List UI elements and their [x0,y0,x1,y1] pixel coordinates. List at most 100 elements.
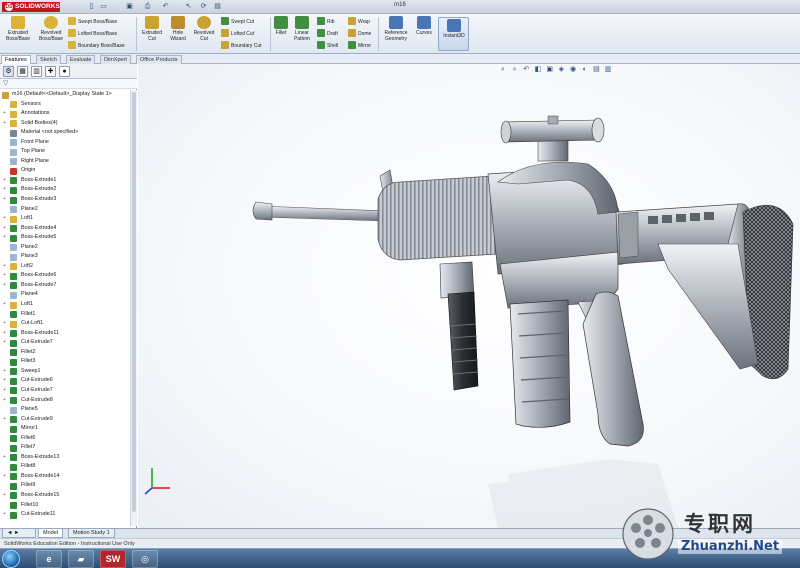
swept-cut-button[interactable]: Swept Cut [221,17,254,27]
print-icon[interactable]: ⎙ [142,2,153,12]
tree-filter[interactable]: ▽ [0,79,137,89]
expand-toggle-icon[interactable]: + [2,195,7,205]
tree-item[interactable]: + Boss-Extrude7 [0,281,130,291]
rebuild-icon[interactable]: ⟳ [198,2,209,12]
tab-evaluate[interactable]: Evaluate [66,55,96,64]
curves-button[interactable]: Curves [412,16,436,37]
select-icon[interactable]: ↖ [183,2,194,12]
tree-item[interactable]: + Cut-Extrude9 [0,415,130,425]
expand-toggle-icon[interactable]: + [2,415,7,425]
tree-item[interactable]: + Annotations [0,109,130,119]
revolved-boss-button[interactable]: Revolved Boss/Base [36,16,66,42]
tab-features[interactable]: Features [1,55,31,64]
tree-item[interactable]: + Cut-Loft1 [0,319,130,329]
rib-button[interactable]: Rib [317,17,335,27]
tree-item[interactable]: Sensors [0,100,130,110]
tab-office-products[interactable]: Office Products [136,55,182,64]
tree-root[interactable]: m16 (Default<<Default>_Display State 1> [0,90,130,100]
tab-dimxpert[interactable]: DimXpert [100,55,131,64]
mirror-button[interactable]: Mirror [348,41,371,51]
feature-manager-tab-icon[interactable]: ⚙ [3,66,14,77]
hole-wizard-button[interactable]: Hole Wizard [165,16,191,42]
dome-button[interactable]: Dome [348,29,371,39]
tree-item[interactable]: Plane4 [0,290,130,300]
shell-button[interactable]: Shell [317,41,338,51]
expand-toggle-icon[interactable]: + [2,233,7,243]
boundary-cut-button[interactable]: Boundary Cut [221,41,262,51]
expand-toggle-icon[interactable]: + [2,176,7,186]
tree-item[interactable]: + Cut-Extrude7 [0,338,130,348]
tree-item[interactable]: + Cut-Extrude11 [0,510,130,520]
tree-item[interactable]: Fillet8 [0,462,130,472]
expand-toggle-icon[interactable]: + [2,109,7,119]
expand-toggle-icon[interactable]: + [2,386,7,396]
tree-scrollbar[interactable] [130,90,137,526]
tree-item[interactable]: + Boss-Extrude2 [0,185,130,195]
tree-item[interactable]: Origin [0,166,130,176]
draft-button[interactable]: Draft [317,29,338,39]
tree-item[interactable]: + Boss-Extrude13 [0,453,130,463]
configuration-manager-tab-icon[interactable]: ▥ [31,66,42,77]
tree-item[interactable]: Fillet3 [0,357,130,367]
bottom-scroll-arrows[interactable]: ◄ ► [2,529,36,538]
expand-toggle-icon[interactable]: + [2,376,7,386]
tree-item[interactable]: Plane3 [0,252,130,262]
tab-motion-study-1[interactable]: Motion Study 1 [68,529,115,538]
tree-item[interactable]: + Boss-Extrude14 [0,472,130,482]
tree-item[interactable]: + Loft1 [0,300,130,310]
tree-item[interactable]: + Loft1 [0,214,130,224]
expand-toggle-icon[interactable]: + [2,319,7,329]
tree-item[interactable]: Top Plane [0,147,130,157]
expand-toggle-icon[interactable]: + [2,453,7,463]
tree-item[interactable]: Fillet2 [0,348,130,358]
tree-item[interactable]: + Boss-Extrude4 [0,224,130,234]
tree-item[interactable]: Fillet1 [0,310,130,320]
tree-item[interactable]: Front Plane [0,138,130,148]
expand-toggle-icon[interactable]: + [2,338,7,348]
file-explorer-icon[interactable]: ▰ [68,550,94,568]
boundary-boss-button[interactable]: Boundary Boss/Base [68,41,125,51]
lofted-boss-button[interactable]: Lofted Boss/Base [68,29,117,39]
graphics-viewport[interactable]: ⌕ ⌕ ↶ ◧ ▣ ◈ ◉ ◐ ▤ ▥ [138,64,800,528]
tree-item[interactable]: Fillet10 [0,501,130,511]
expand-toggle-icon[interactable]: + [2,510,7,520]
property-manager-tab-icon[interactable]: ▦ [17,66,28,77]
expand-toggle-icon[interactable]: + [2,329,7,339]
lofted-cut-button[interactable]: Lofted Cut [221,29,254,39]
expand-toggle-icon[interactable]: + [2,119,7,129]
tree-item[interactable]: Fillet9 [0,481,130,491]
application-taskbar-icon[interactable]: ◎ [132,550,158,568]
tree-item[interactable]: Material <not specified> [0,128,130,138]
wrap-button[interactable]: Wrap [348,17,370,27]
tree-item[interactable]: + Cut-Extrude7 [0,386,130,396]
tree-item[interactable]: + Boss-Extrude3 [0,195,130,205]
undo-icon[interactable]: ↶ [160,2,171,12]
new-icon[interactable]: ▯ [86,2,97,12]
expand-toggle-icon[interactable]: + [2,367,7,377]
tree-item[interactable]: Plane2 [0,205,130,215]
tab-sketch[interactable]: Sketch [36,55,61,64]
extruded-cut-button[interactable]: Extruded Cut [139,16,165,42]
tree-item[interactable]: Plane2 [0,243,130,253]
extruded-boss-button[interactable]: Extruded Boss/Base [3,16,33,42]
swept-boss-button[interactable]: Swept Boss/Base [68,17,117,27]
internet-explorer-icon[interactable]: e [36,550,62,568]
expand-toggle-icon[interactable]: + [2,396,7,406]
tree-item[interactable]: Right Plane [0,157,130,167]
scroll-thumb[interactable] [132,92,136,512]
expand-toggle-icon[interactable]: + [2,472,7,482]
tree-item[interactable]: + Boss-Extrude1 [0,176,130,186]
tree-item[interactable]: + Cut-Extrude6 [0,376,130,386]
open-icon[interactable]: ▭ [98,2,109,12]
expand-toggle-icon[interactable]: + [2,281,7,291]
expand-toggle-icon[interactable]: + [2,271,7,281]
tree-item[interactable]: Plane5 [0,405,130,415]
expand-toggle-icon[interactable]: + [2,491,7,501]
save-icon[interactable]: ▣ [124,2,135,12]
options-icon[interactable]: ▤ [212,2,223,12]
tree-item[interactable]: Fillet7 [0,443,130,453]
tree-item[interactable]: + Boss-Extrude6 [0,271,130,281]
tree-item[interactable]: + Boss-Extrude15 [0,491,130,501]
expand-toggle-icon[interactable]: + [2,185,7,195]
expand-toggle-icon[interactable]: + [2,300,7,310]
